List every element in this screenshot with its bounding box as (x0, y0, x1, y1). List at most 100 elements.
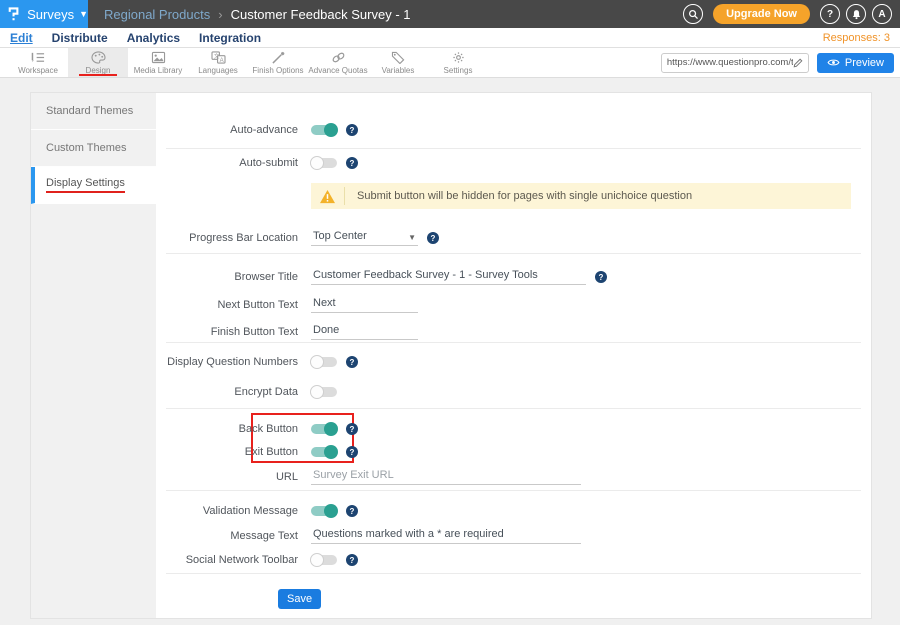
nav-tab-integration[interactable]: Integration (199, 31, 261, 45)
nav-tab-analytics[interactable]: Analytics (127, 31, 180, 45)
warning-triangle-icon (319, 189, 336, 204)
divider (166, 490, 861, 491)
exit-url-input[interactable]: Survey Exit URL (311, 469, 581, 485)
chain-links-icon (331, 51, 346, 64)
chevron-down-icon: ▼ (79, 9, 88, 19)
validation-message-help-icon[interactable]: ? (346, 505, 358, 517)
nav-tab-edit[interactable]: Edit (10, 31, 33, 45)
divider (166, 573, 861, 574)
auto-advance-toggle[interactable] (311, 125, 337, 135)
app-window: Surveys ▼ Regional Products › Customer F… (0, 0, 900, 625)
main-nav: Edit Distribute Analytics Integration Re… (0, 28, 900, 48)
save-button[interactable]: Save (278, 589, 321, 609)
product-switcher[interactable]: Surveys ▼ (0, 0, 88, 28)
validation-message-toggle[interactable] (311, 506, 337, 516)
message-text-input[interactable]: Questions marked with a * are required (311, 528, 581, 544)
preview-button[interactable]: Preview (817, 53, 894, 73)
tab-finish-options[interactable]: Advance Quotas Finish Options (248, 48, 308, 77)
divider (166, 253, 861, 254)
social-network-toolbar-row: Social Network Toolbar ? (31, 549, 358, 571)
next-button-text-input[interactable]: Next (311, 297, 418, 313)
warning-text: Submit button will be hidden for pages w… (357, 190, 692, 202)
responses-count[interactable]: Responses: 3 (823, 32, 890, 44)
social-network-toolbar-label: Social Network Toolbar (31, 554, 298, 566)
auto-advance-label: Auto-advance (31, 124, 298, 136)
finish-button-text-row: Finish Button Text Done (31, 321, 418, 343)
auto-advance-row: Auto-advance ? (31, 119, 358, 141)
svg-text:A: A (219, 57, 223, 63)
magic-wand-icon (271, 51, 286, 64)
progress-bar-help-icon[interactable]: ? (427, 232, 439, 244)
social-network-toolbar-help-icon[interactable]: ? (346, 554, 358, 566)
account-avatar[interactable]: A (872, 4, 892, 24)
back-button-toggle[interactable] (311, 424, 337, 434)
browser-title-input[interactable]: Customer Feedback Survey - 1 - Survey To… (311, 269, 586, 285)
divider (166, 408, 861, 409)
auto-submit-help-icon[interactable]: ? (346, 157, 358, 169)
browser-title-label: Browser Title (31, 271, 298, 283)
divider (166, 148, 861, 149)
tab-languages[interactable]: 文 A Languages (188, 48, 248, 77)
workspace-icon (31, 51, 46, 64)
questionpro-logo-icon (8, 5, 19, 23)
finish-button-text-input[interactable]: Done (311, 324, 418, 340)
validation-message-row: Validation Message ? (31, 500, 358, 522)
exit-button-label: Exit Button (31, 446, 298, 458)
message-text-row: Message Text Questions marked with a * a… (31, 525, 581, 547)
next-button-text-label: Next Button Text (31, 299, 298, 311)
auto-submit-label: Auto-submit (31, 157, 298, 169)
breadcrumb-survey-name: Customer Feedback Survey - 1 (231, 7, 411, 22)
progress-bar-location-label: Progress Bar Location (31, 232, 298, 244)
tab-advance-quotas[interactable]: Advance Quotas (308, 48, 368, 77)
encrypt-data-toggle[interactable] (311, 387, 337, 397)
languages-icon: 文 A (211, 51, 226, 64)
nav-tab-distribute[interactable]: Distribute (52, 31, 108, 45)
chevron-down-icon: ▼ (408, 233, 416, 242)
validation-message-label: Validation Message (31, 505, 298, 517)
tab-workspace[interactable]: Workspace (8, 48, 68, 77)
search-icon (688, 9, 699, 20)
breadcrumb-separator: › (218, 7, 222, 22)
exit-url-row: URL Survey Exit URL (31, 466, 581, 488)
exit-button-toggle[interactable] (311, 447, 337, 457)
progress-bar-location-select[interactable]: Top Center ▼ (311, 230, 418, 246)
display-question-numbers-toggle[interactable] (311, 357, 337, 367)
exit-button-help-icon[interactable]: ? (346, 446, 358, 458)
finish-button-text-label: Finish Button Text (31, 326, 298, 338)
design-palette-icon (91, 51, 106, 64)
edit-pencil-icon[interactable] (793, 58, 803, 68)
breadcrumb: Regional Products › Customer Feedback Su… (104, 7, 410, 22)
bell-icon (851, 9, 862, 20)
encrypt-data-label: Encrypt Data (31, 386, 298, 398)
upgrade-now-button[interactable]: Upgrade Now (713, 4, 810, 24)
divider (166, 342, 861, 343)
tab-media-library[interactable]: Media Library (128, 48, 188, 77)
message-text-label: Message Text (31, 530, 298, 542)
display-question-numbers-help-icon[interactable]: ? (346, 356, 358, 368)
tab-settings[interactable]: Settings (428, 48, 488, 77)
edit-toolbar: Workspace Design Media Library 文 (0, 48, 900, 78)
auto-advance-help-icon[interactable]: ? (346, 124, 358, 136)
social-network-toolbar-toggle[interactable] (311, 555, 337, 565)
eye-icon (827, 58, 840, 67)
display-question-numbers-row: Display Question Numbers ? (31, 351, 358, 373)
exit-url-label: URL (31, 471, 298, 483)
back-button-label: Back Button (31, 423, 298, 435)
help-button[interactable]: ? (820, 4, 840, 24)
auto-submit-toggle[interactable] (311, 158, 337, 168)
media-library-icon (151, 51, 166, 64)
tab-design[interactable]: Design (68, 48, 128, 77)
notifications-button[interactable] (846, 4, 866, 24)
back-button-help-icon[interactable]: ? (346, 423, 358, 435)
design-settings-panel: Standard Themes Custom Themes Display Se… (30, 92, 872, 619)
progress-bar-location-row: Progress Bar Location Top Center ▼ ? (31, 227, 439, 249)
survey-url-input[interactable] (667, 57, 793, 68)
breadcrumb-folder[interactable]: Regional Products (104, 7, 210, 22)
browser-title-help-icon[interactable]: ? (595, 271, 607, 283)
top-header: Surveys ▼ Regional Products › Customer F… (0, 0, 900, 28)
search-button[interactable] (683, 4, 703, 24)
gear-icon (451, 51, 466, 64)
encrypt-data-row: Encrypt Data (31, 381, 337, 403)
survey-url-box (661, 53, 809, 73)
tab-variables[interactable]: Variables (368, 48, 428, 77)
